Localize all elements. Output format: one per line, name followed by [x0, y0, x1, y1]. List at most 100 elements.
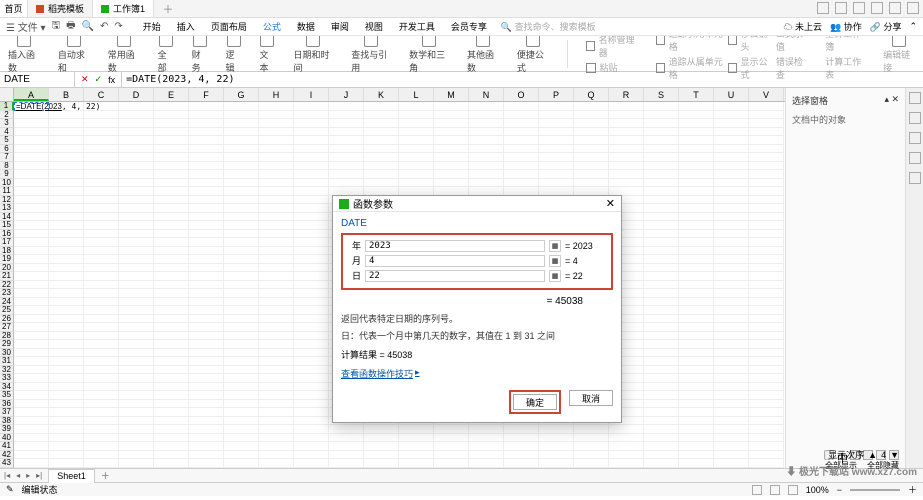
cell[interactable] — [224, 128, 259, 137]
cell[interactable] — [119, 434, 154, 443]
cell[interactable] — [749, 230, 784, 239]
cell[interactable] — [189, 187, 224, 196]
cell[interactable] — [679, 434, 714, 443]
cell[interactable] — [119, 204, 154, 213]
year-input[interactable] — [365, 240, 545, 252]
cell[interactable] — [644, 247, 679, 256]
tool-effect[interactable] — [909, 112, 921, 124]
cell[interactable] — [49, 272, 84, 281]
cell[interactable] — [154, 119, 189, 128]
cell[interactable] — [749, 145, 784, 154]
menu-start[interactable]: 开始 — [141, 18, 163, 35]
cell[interactable] — [399, 111, 434, 120]
cell[interactable] — [539, 111, 574, 120]
cell[interactable] — [749, 417, 784, 426]
cell[interactable] — [504, 425, 539, 434]
cell[interactable] — [749, 213, 784, 222]
cell[interactable] — [294, 417, 329, 426]
cell[interactable] — [749, 238, 784, 247]
financial-fn[interactable]: 财务 — [192, 33, 208, 74]
cell[interactable] — [224, 468, 259, 469]
cell[interactable] — [714, 459, 749, 468]
view-reading-icon[interactable] — [788, 485, 798, 495]
cell[interactable] — [259, 332, 294, 341]
cell[interactable] — [294, 459, 329, 468]
cell[interactable] — [119, 111, 154, 120]
math-fn[interactable]: 数学和三角 — [409, 33, 449, 74]
cell[interactable] — [749, 187, 784, 196]
cell[interactable] — [679, 196, 714, 205]
cell[interactable] — [189, 213, 224, 222]
cell[interactable] — [84, 196, 119, 205]
cell[interactable] — [609, 468, 644, 469]
cell[interactable] — [224, 162, 259, 171]
cell[interactable] — [224, 111, 259, 120]
cell[interactable] — [49, 417, 84, 426]
cell[interactable] — [644, 255, 679, 264]
cell[interactable] — [154, 102, 189, 111]
cell[interactable] — [154, 255, 189, 264]
cell[interactable] — [714, 289, 749, 298]
cell[interactable] — [84, 247, 119, 256]
cell[interactable] — [294, 391, 329, 400]
cell[interactable] — [644, 417, 679, 426]
print-icon[interactable]: 🖶 — [66, 18, 75, 35]
col-header-G[interactable]: G — [224, 88, 259, 101]
cell[interactable] — [119, 332, 154, 341]
cell[interactable] — [714, 170, 749, 179]
cell[interactable] — [749, 298, 784, 307]
cell[interactable] — [294, 153, 329, 162]
cell[interactable] — [14, 111, 49, 120]
cell[interactable] — [539, 128, 574, 137]
win-btn[interactable] — [853, 2, 865, 14]
cell[interactable] — [679, 349, 714, 358]
cell[interactable] — [504, 451, 539, 460]
win-btn[interactable] — [817, 2, 829, 14]
cell[interactable] — [679, 281, 714, 290]
cell[interactable] — [749, 323, 784, 332]
cell[interactable] — [679, 102, 714, 111]
cell[interactable] — [119, 153, 154, 162]
cell[interactable] — [714, 213, 749, 222]
cell[interactable] — [259, 383, 294, 392]
cell[interactable] — [294, 366, 329, 375]
cell[interactable] — [714, 468, 749, 469]
cell[interactable] — [84, 136, 119, 145]
cell[interactable] — [49, 357, 84, 366]
cell[interactable] — [49, 425, 84, 434]
autosum[interactable]: 自动求和 — [58, 33, 90, 74]
cell[interactable] — [49, 383, 84, 392]
cell[interactable] — [574, 451, 609, 460]
cell[interactable] — [749, 315, 784, 324]
cell[interactable] — [609, 170, 644, 179]
cell[interactable] — [154, 366, 189, 375]
cell[interactable] — [14, 162, 49, 171]
cell[interactable] — [224, 145, 259, 154]
cell[interactable] — [294, 119, 329, 128]
cell[interactable] — [49, 281, 84, 290]
cell[interactable] — [679, 332, 714, 341]
cell[interactable] — [714, 272, 749, 281]
cell[interactable] — [539, 136, 574, 145]
cell[interactable] — [329, 442, 364, 451]
cell[interactable] — [714, 238, 749, 247]
cell[interactable] — [749, 170, 784, 179]
cell[interactable] — [119, 391, 154, 400]
cell[interactable] — [714, 247, 749, 256]
cell[interactable] — [644, 383, 679, 392]
other-fn[interactable]: 其他函数 — [467, 33, 499, 74]
cell[interactable] — [679, 153, 714, 162]
cell[interactable] — [329, 145, 364, 154]
cell[interactable] — [189, 102, 224, 111]
cell[interactable] — [154, 434, 189, 443]
cell[interactable] — [644, 179, 679, 188]
cell[interactable] — [189, 391, 224, 400]
cell[interactable] — [154, 238, 189, 247]
cell[interactable] — [154, 357, 189, 366]
cell[interactable] — [609, 425, 644, 434]
cell[interactable] — [259, 349, 294, 358]
new-tab-button[interactable]: ＋ — [154, 0, 182, 17]
cell[interactable] — [224, 425, 259, 434]
cell[interactable] — [504, 434, 539, 443]
cell[interactable] — [609, 128, 644, 137]
